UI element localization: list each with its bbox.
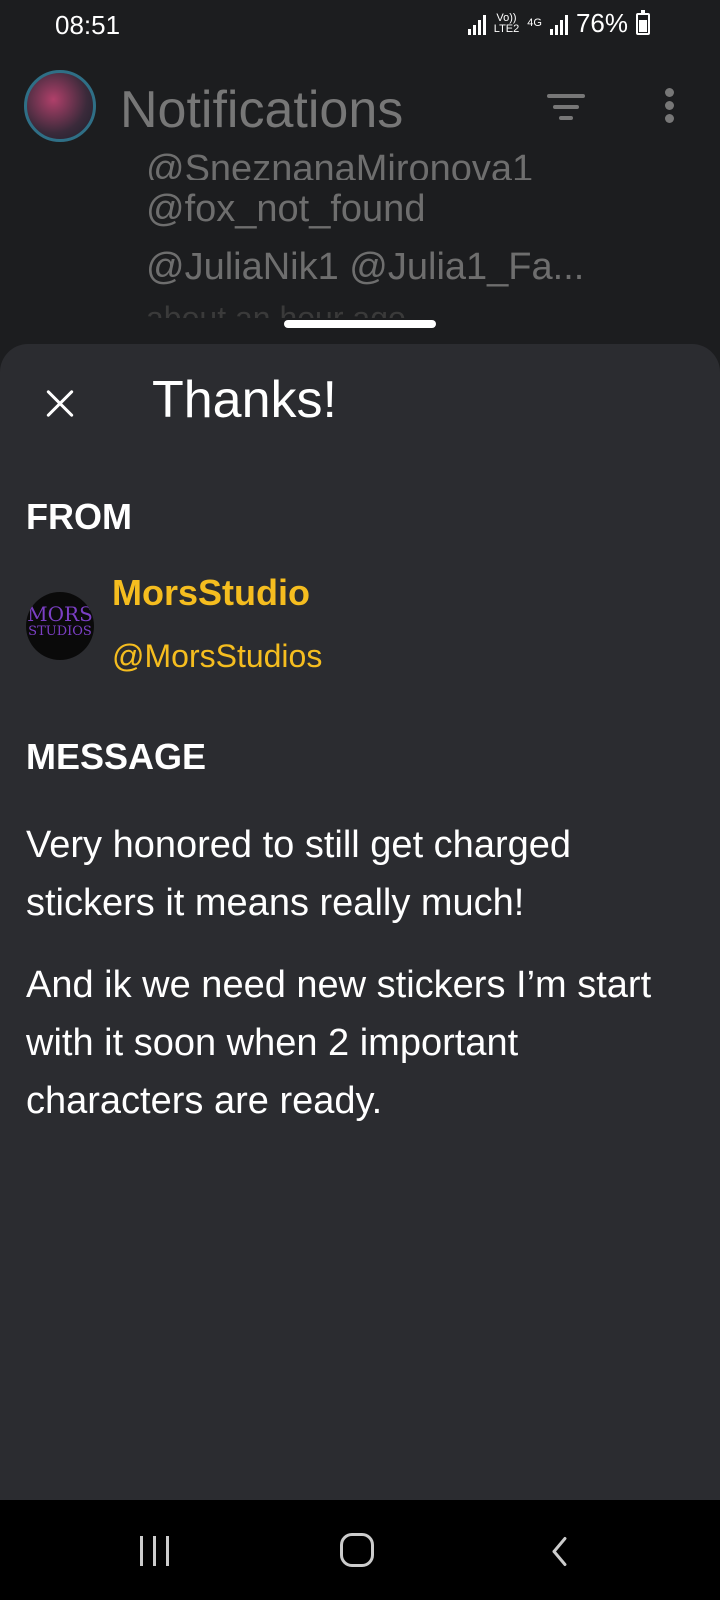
message-paragraph: Very honored to still get charged sticke… (26, 824, 572, 924)
home-icon[interactable] (340, 1533, 374, 1567)
back-icon[interactable] (551, 1536, 572, 1567)
background-notification: @SneznanaMironova1 @fox_not_found @Julia… (146, 148, 585, 318)
close-button[interactable] (40, 384, 80, 424)
filter-icon[interactable] (546, 94, 586, 124)
background-line: @fox_not_found (146, 188, 426, 230)
battery-percent: 76% (575, 8, 628, 38)
background-line: @JuliaNik1 @Julia1_Fa... (146, 246, 585, 288)
battery-icon (636, 9, 650, 35)
message-label: MESSAGE (26, 736, 207, 777)
signal-icon (467, 13, 486, 35)
status-time: 08:51 (55, 10, 121, 40)
avatar-logo-text: MORS (27, 602, 93, 626)
background-timestamp: about an hour ago (146, 300, 406, 318)
sender-avatar[interactable]: MORS STUDIOS (26, 592, 94, 660)
network-type-label: 4G (527, 17, 542, 29)
background-line: @SneznanaMironova1 (146, 148, 534, 180)
status-icons: Vo)) LTE2 4G 76% (467, 8, 650, 39)
message-body: Very honored to still get charged sticke… (26, 816, 696, 1154)
notification-detail-sheet: Thanks! FROM MORS STUDIOS MorsStudio @Mo… (0, 344, 720, 1500)
avatar-logo-subtext: STUDIOS (28, 624, 92, 639)
system-nav-bar (0, 1500, 720, 1600)
recent-apps-icon[interactable] (138, 1536, 172, 1566)
sheet-title: Thanks! (152, 371, 337, 429)
page-title: Notifications (120, 81, 404, 139)
volte-label: Vo)) LTE2 (493, 11, 520, 35)
status-bar: 08:51 Vo)) LTE2 4G 76% (0, 0, 720, 52)
sheet-drag-handle[interactable] (284, 320, 436, 328)
sender-name[interactable]: MorsStudio (112, 572, 310, 614)
message-paragraph: And ik we need new stickers I’m start wi… (26, 964, 652, 1122)
sender-handle[interactable]: @MorsStudios (112, 638, 322, 675)
screen: 08:51 Vo)) LTE2 4G 76% Notifications @Sn… (0, 0, 720, 1600)
signal-icon-secondary (549, 13, 568, 35)
profile-avatar[interactable] (24, 70, 96, 142)
more-options-icon[interactable] (662, 88, 676, 128)
from-label: FROM (26, 496, 132, 537)
